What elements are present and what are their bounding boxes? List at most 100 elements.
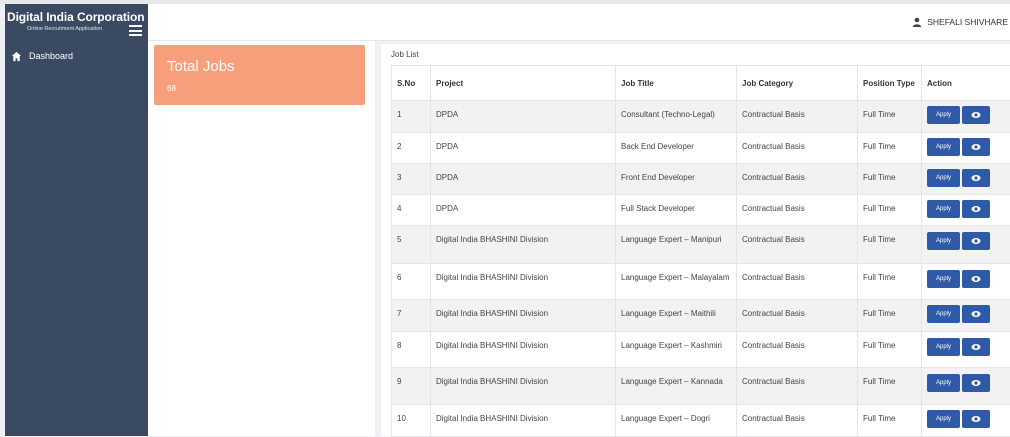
cell-job-category: Contractual Basis: [737, 405, 858, 437]
apply-button[interactable]: Apply: [927, 270, 960, 288]
job-table: S.No Project Job Title Job Category Posi…: [391, 65, 1010, 437]
user-menu[interactable]: SHEFALI SHIVHARE: [912, 17, 1008, 27]
cell-job-title: Front End Developer: [616, 164, 737, 195]
eye-icon: [971, 275, 981, 283]
eye-icon: [971, 237, 981, 245]
apply-button[interactable]: Apply: [927, 232, 960, 250]
job-table-body: 1DPDAConsultant (Techno-Legal)Contractua…: [392, 101, 1010, 437]
table-row: 3DPDAFront End DeveloperContractual Basi…: [392, 164, 1010, 195]
apply-button[interactable]: Apply: [927, 374, 960, 392]
home-icon: [11, 51, 22, 62]
cell-action: Apply: [922, 133, 1010, 164]
eye-icon: [971, 343, 981, 351]
cell-sno: 1: [392, 101, 431, 133]
eye-icon: [971, 205, 981, 213]
cell-job-category: Contractual Basis: [737, 226, 858, 264]
cell-project: DPDA: [431, 101, 616, 133]
panel-title: Job List: [391, 50, 419, 59]
cell-job-category: Contractual Basis: [737, 332, 858, 368]
view-button[interactable]: [962, 270, 990, 288]
view-button[interactable]: [962, 305, 990, 323]
apply-button[interactable]: Apply: [927, 305, 960, 323]
table-row: 5Digital India BHASHINI DivisionLanguage…: [392, 226, 1010, 264]
cell-action: Apply: [922, 195, 1010, 226]
table-row: 4DPDAFull Stack DeveloperContractual Bas…: [392, 195, 1010, 226]
user-icon: [912, 17, 922, 27]
cell-project: Digital India BHASHINI Division: [431, 405, 616, 437]
view-button[interactable]: [962, 374, 990, 392]
view-button[interactable]: [962, 169, 990, 187]
cell-project: Digital India BHASHINI Division: [431, 300, 616, 332]
sidebar: Digital India Corporation Online Recruit…: [5, 4, 148, 436]
table-row: 6Digital India BHASHINI DivisionLanguage…: [392, 264, 1010, 300]
cell-sno: 3: [392, 164, 431, 195]
column-header: Position Type: [858, 66, 922, 101]
sidebar-item-dashboard[interactable]: Dashboard: [11, 48, 73, 64]
cell-job-title: Language Expert – Malayalam: [616, 264, 737, 300]
cell-action: Apply: [922, 405, 1010, 437]
column-header: Job Category: [737, 66, 858, 101]
cell-project: DPDA: [431, 133, 616, 164]
total-jobs-card: Total Jobs 68: [154, 45, 365, 105]
cell-project: Digital India BHASHINI Division: [431, 226, 616, 264]
eye-icon: [971, 310, 981, 318]
cell-sno: 10: [392, 405, 431, 437]
apply-button[interactable]: Apply: [927, 169, 960, 187]
table-header-row: S.No Project Job Title Job Category Posi…: [392, 66, 1010, 101]
cell-job-category: Contractual Basis: [737, 101, 858, 133]
cell-action: Apply: [922, 264, 1010, 300]
view-button[interactable]: [962, 138, 990, 156]
cell-position-type: Full Time: [858, 164, 922, 195]
cell-sno: 6: [392, 264, 431, 300]
cell-action: Apply: [922, 101, 1010, 133]
cell-job-category: Contractual Basis: [737, 368, 858, 405]
eye-icon: [971, 143, 981, 151]
apply-button[interactable]: Apply: [927, 338, 960, 356]
view-button[interactable]: [962, 200, 990, 218]
apply-button[interactable]: Apply: [927, 138, 960, 156]
cell-job-title: Back End Developer: [616, 133, 737, 164]
job-list-panel: Job List S.No Project Job Title Job Cate…: [381, 44, 1010, 436]
view-button[interactable]: [962, 232, 990, 250]
cell-project: DPDA: [431, 164, 616, 195]
cell-job-title: Language Expert – Manipuri: [616, 226, 737, 264]
cell-job-title: Language Expert – Kannada: [616, 368, 737, 405]
view-button[interactable]: [962, 106, 990, 124]
cell-position-type: Full Time: [858, 133, 922, 164]
cell-job-title: Language Expert – Kashmiri: [616, 332, 737, 368]
cell-sno: 4: [392, 195, 431, 226]
cell-project: Digital India BHASHINI Division: [431, 368, 616, 405]
cell-action: Apply: [922, 226, 1010, 264]
cell-action: Apply: [922, 332, 1010, 368]
cell-job-title: Language Expert – Maithili: [616, 300, 737, 332]
cell-position-type: Full Time: [858, 405, 922, 437]
view-button[interactable]: [962, 410, 990, 428]
menu-toggle-icon[interactable]: [129, 25, 142, 36]
view-button[interactable]: [962, 338, 990, 356]
cell-position-type: Full Time: [858, 332, 922, 368]
table-row: 10Digital India BHASHINI DivisionLanguag…: [392, 405, 1010, 437]
cell-project: Digital India BHASHINI Division: [431, 332, 616, 368]
eye-icon: [971, 174, 981, 182]
table-row: 8Digital India BHASHINI DivisionLanguage…: [392, 332, 1010, 368]
brand-subtitle: Online Recruitment Application: [27, 26, 102, 32]
card-title: Total Jobs: [167, 58, 235, 75]
top-header: SHEFALI SHIVHARE: [148, 4, 1010, 41]
cell-sno: 5: [392, 226, 431, 264]
column-header: S.No: [392, 66, 431, 101]
eye-icon: [971, 415, 981, 423]
cell-action: Apply: [922, 164, 1010, 195]
cell-sno: 2: [392, 133, 431, 164]
cell-job-category: Contractual Basis: [737, 164, 858, 195]
column-header: Project: [431, 66, 616, 101]
cell-project: Digital India BHASHINI Division: [431, 264, 616, 300]
cell-position-type: Full Time: [858, 300, 922, 332]
apply-button[interactable]: Apply: [927, 200, 960, 218]
user-name: SHEFALI SHIVHARE: [927, 17, 1008, 27]
eye-icon: [971, 379, 981, 387]
apply-button[interactable]: Apply: [927, 410, 960, 428]
cell-job-category: Contractual Basis: [737, 300, 858, 332]
cell-project: DPDA: [431, 195, 616, 226]
column-header: Job Title: [616, 66, 737, 101]
apply-button[interactable]: Apply: [927, 106, 960, 124]
